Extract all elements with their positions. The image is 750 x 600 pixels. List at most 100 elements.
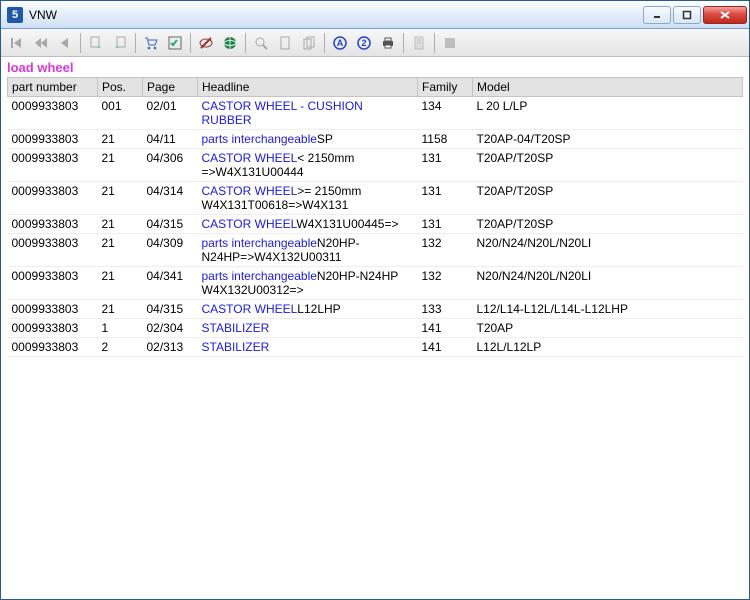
cell-model: L12L/L12LP — [473, 338, 743, 357]
close-button[interactable] — [703, 6, 747, 24]
table-row[interactable]: 00099338032104/306CASTOR WHEEL< 2150mm =… — [8, 149, 743, 182]
headline-link[interactable]: STABILIZER — [202, 321, 270, 335]
toolbar-separator — [80, 33, 81, 53]
cell-headline: parts interchangeableN20HP-N24HP=>W4X132… — [198, 234, 418, 267]
search-term-label: load wheel — [7, 59, 743, 77]
cell-pos: 001 — [98, 97, 143, 130]
cell-page: 04/341 — [143, 267, 198, 300]
print-icon[interactable] — [376, 32, 400, 54]
cell-model: T20AP/T20SP — [473, 215, 743, 234]
prev-icon[interactable] — [53, 32, 77, 54]
cell-family: 134 — [418, 97, 473, 130]
cell-page: 04/306 — [143, 149, 198, 182]
toolbar-separator — [190, 33, 191, 53]
cell-family: 141 — [418, 319, 473, 338]
cell-page: 02/01 — [143, 97, 198, 130]
table-row[interactable]: 000993380300102/01CASTOR WHEEL - CUSHION… — [8, 97, 743, 130]
col-header-family[interactable]: Family — [418, 78, 473, 97]
toolbar: A2 — [1, 29, 749, 57]
toolbar-separator — [403, 33, 404, 53]
cell-headline: parts interchangeableN20HP-N24HP W4X132U… — [198, 267, 418, 300]
titlebar: 5 VNW — [1, 1, 749, 29]
cell-page: 04/315 — [143, 215, 198, 234]
cell-headline: STABILIZER — [198, 338, 418, 357]
cell-part: 0009933803 — [8, 319, 98, 338]
table-row[interactable]: 00099338032104/315CASTOR WHEELW4X131U004… — [8, 215, 743, 234]
window-title: VNW — [29, 8, 643, 22]
cell-page: 02/304 — [143, 319, 198, 338]
table-row[interactable]: 0009933803202/313STABILIZER141L12L/L12LP — [8, 338, 743, 357]
cell-headline: CASTOR WHEEL< 2150mm =>W4X131U00444 — [198, 149, 418, 182]
two-circle-icon[interactable]: 2 — [352, 32, 376, 54]
globe-icon[interactable] — [218, 32, 242, 54]
toolbar-separator — [434, 33, 435, 53]
content-area: load wheel part number Pos. Page Headlin… — [1, 57, 749, 599]
cell-model: T20AP/T20SP — [473, 149, 743, 182]
eye-off-icon[interactable] — [194, 32, 218, 54]
cell-family: 132 — [418, 234, 473, 267]
cell-family: 131 — [418, 149, 473, 182]
cell-headline: CASTOR WHEEL - CUSHION RUBBER — [198, 97, 418, 130]
cell-model: T20AP-04/T20SP — [473, 130, 743, 149]
headline-link[interactable]: parts interchangeable — [202, 132, 317, 146]
toolbar-separator — [245, 33, 246, 53]
table-row[interactable]: 0009933803102/304STABILIZER141T20AP — [8, 319, 743, 338]
results-table: part number Pos. Page Headline Family Mo… — [7, 77, 743, 357]
cell-headline: parts interchangeableSP — [198, 130, 418, 149]
prev-fast-icon[interactable] — [29, 32, 53, 54]
cell-page: 04/315 — [143, 300, 198, 319]
cell-part: 0009933803 — [8, 97, 98, 130]
cell-model: T20AP — [473, 319, 743, 338]
headline-link[interactable]: CASTOR WHEEL - CUSHION RUBBER — [202, 99, 363, 127]
cell-part: 0009933803 — [8, 215, 98, 234]
minimize-button[interactable] — [643, 6, 671, 24]
cell-pos: 21 — [98, 300, 143, 319]
pages-icon[interactable] — [297, 32, 321, 54]
svg-text:2: 2 — [361, 38, 366, 48]
headline-link[interactable]: STABILIZER — [202, 340, 270, 354]
cell-pos: 21 — [98, 149, 143, 182]
table-row[interactable]: 00099338032104/341parts interchangeableN… — [8, 267, 743, 300]
stop-icon[interactable] — [438, 32, 462, 54]
checklist-icon[interactable] — [163, 32, 187, 54]
headline-link[interactable]: parts interchangeable — [202, 236, 317, 250]
table-row[interactable]: 00099338032104/309parts interchangeableN… — [8, 234, 743, 267]
toolbar-separator — [135, 33, 136, 53]
col-header-page[interactable]: Page — [143, 78, 198, 97]
cell-page: 04/11 — [143, 130, 198, 149]
page-icon[interactable] — [273, 32, 297, 54]
cell-part: 0009933803 — [8, 130, 98, 149]
cell-part: 0009933803 — [8, 234, 98, 267]
zoom-icon[interactable] — [249, 32, 273, 54]
a-circle-icon[interactable]: A — [328, 32, 352, 54]
cart-icon[interactable] — [139, 32, 163, 54]
headline-extra: W4X131U00445=> — [296, 217, 398, 231]
cell-pos: 21 — [98, 130, 143, 149]
maximize-button[interactable] — [673, 6, 701, 24]
col-header-part[interactable]: part number — [8, 78, 98, 97]
export-left-icon[interactable] — [84, 32, 108, 54]
col-header-model[interactable]: Model — [473, 78, 743, 97]
cell-model: N20/N24/N20L/N20LI — [473, 267, 743, 300]
table-row[interactable]: 00099338032104/11parts interchangeableSP… — [8, 130, 743, 149]
col-header-headline[interactable]: Headline — [198, 78, 418, 97]
cell-family: 141 — [418, 338, 473, 357]
first-icon[interactable] — [5, 32, 29, 54]
cell-part: 0009933803 — [8, 149, 98, 182]
doc-icon[interactable] — [407, 32, 431, 54]
headline-link[interactable]: CASTOR WHEEL — [202, 151, 298, 165]
headline-link[interactable]: CASTOR WHEEL — [202, 217, 297, 231]
cell-pos: 21 — [98, 234, 143, 267]
cell-model: T20AP/T20SP — [473, 182, 743, 215]
cell-pos: 2 — [98, 338, 143, 357]
headline-link[interactable]: CASTOR WHEEL — [202, 184, 298, 198]
table-row[interactable]: 00099338032104/315CASTOR WHEELL12LHP133L… — [8, 300, 743, 319]
cell-headline: STABILIZER — [198, 319, 418, 338]
table-row[interactable]: 00099338032104/314CASTOR WHEEL>= 2150mm … — [8, 182, 743, 215]
headline-link[interactable]: parts interchangeable — [202, 269, 317, 283]
export-right-icon[interactable] — [108, 32, 132, 54]
cell-headline: CASTOR WHEEL>= 2150mm W4X131T00618=>W4X1… — [198, 182, 418, 215]
cell-page: 04/309 — [143, 234, 198, 267]
col-header-pos[interactable]: Pos. — [98, 78, 143, 97]
headline-link[interactable]: CASTOR WHEEL — [202, 302, 298, 316]
